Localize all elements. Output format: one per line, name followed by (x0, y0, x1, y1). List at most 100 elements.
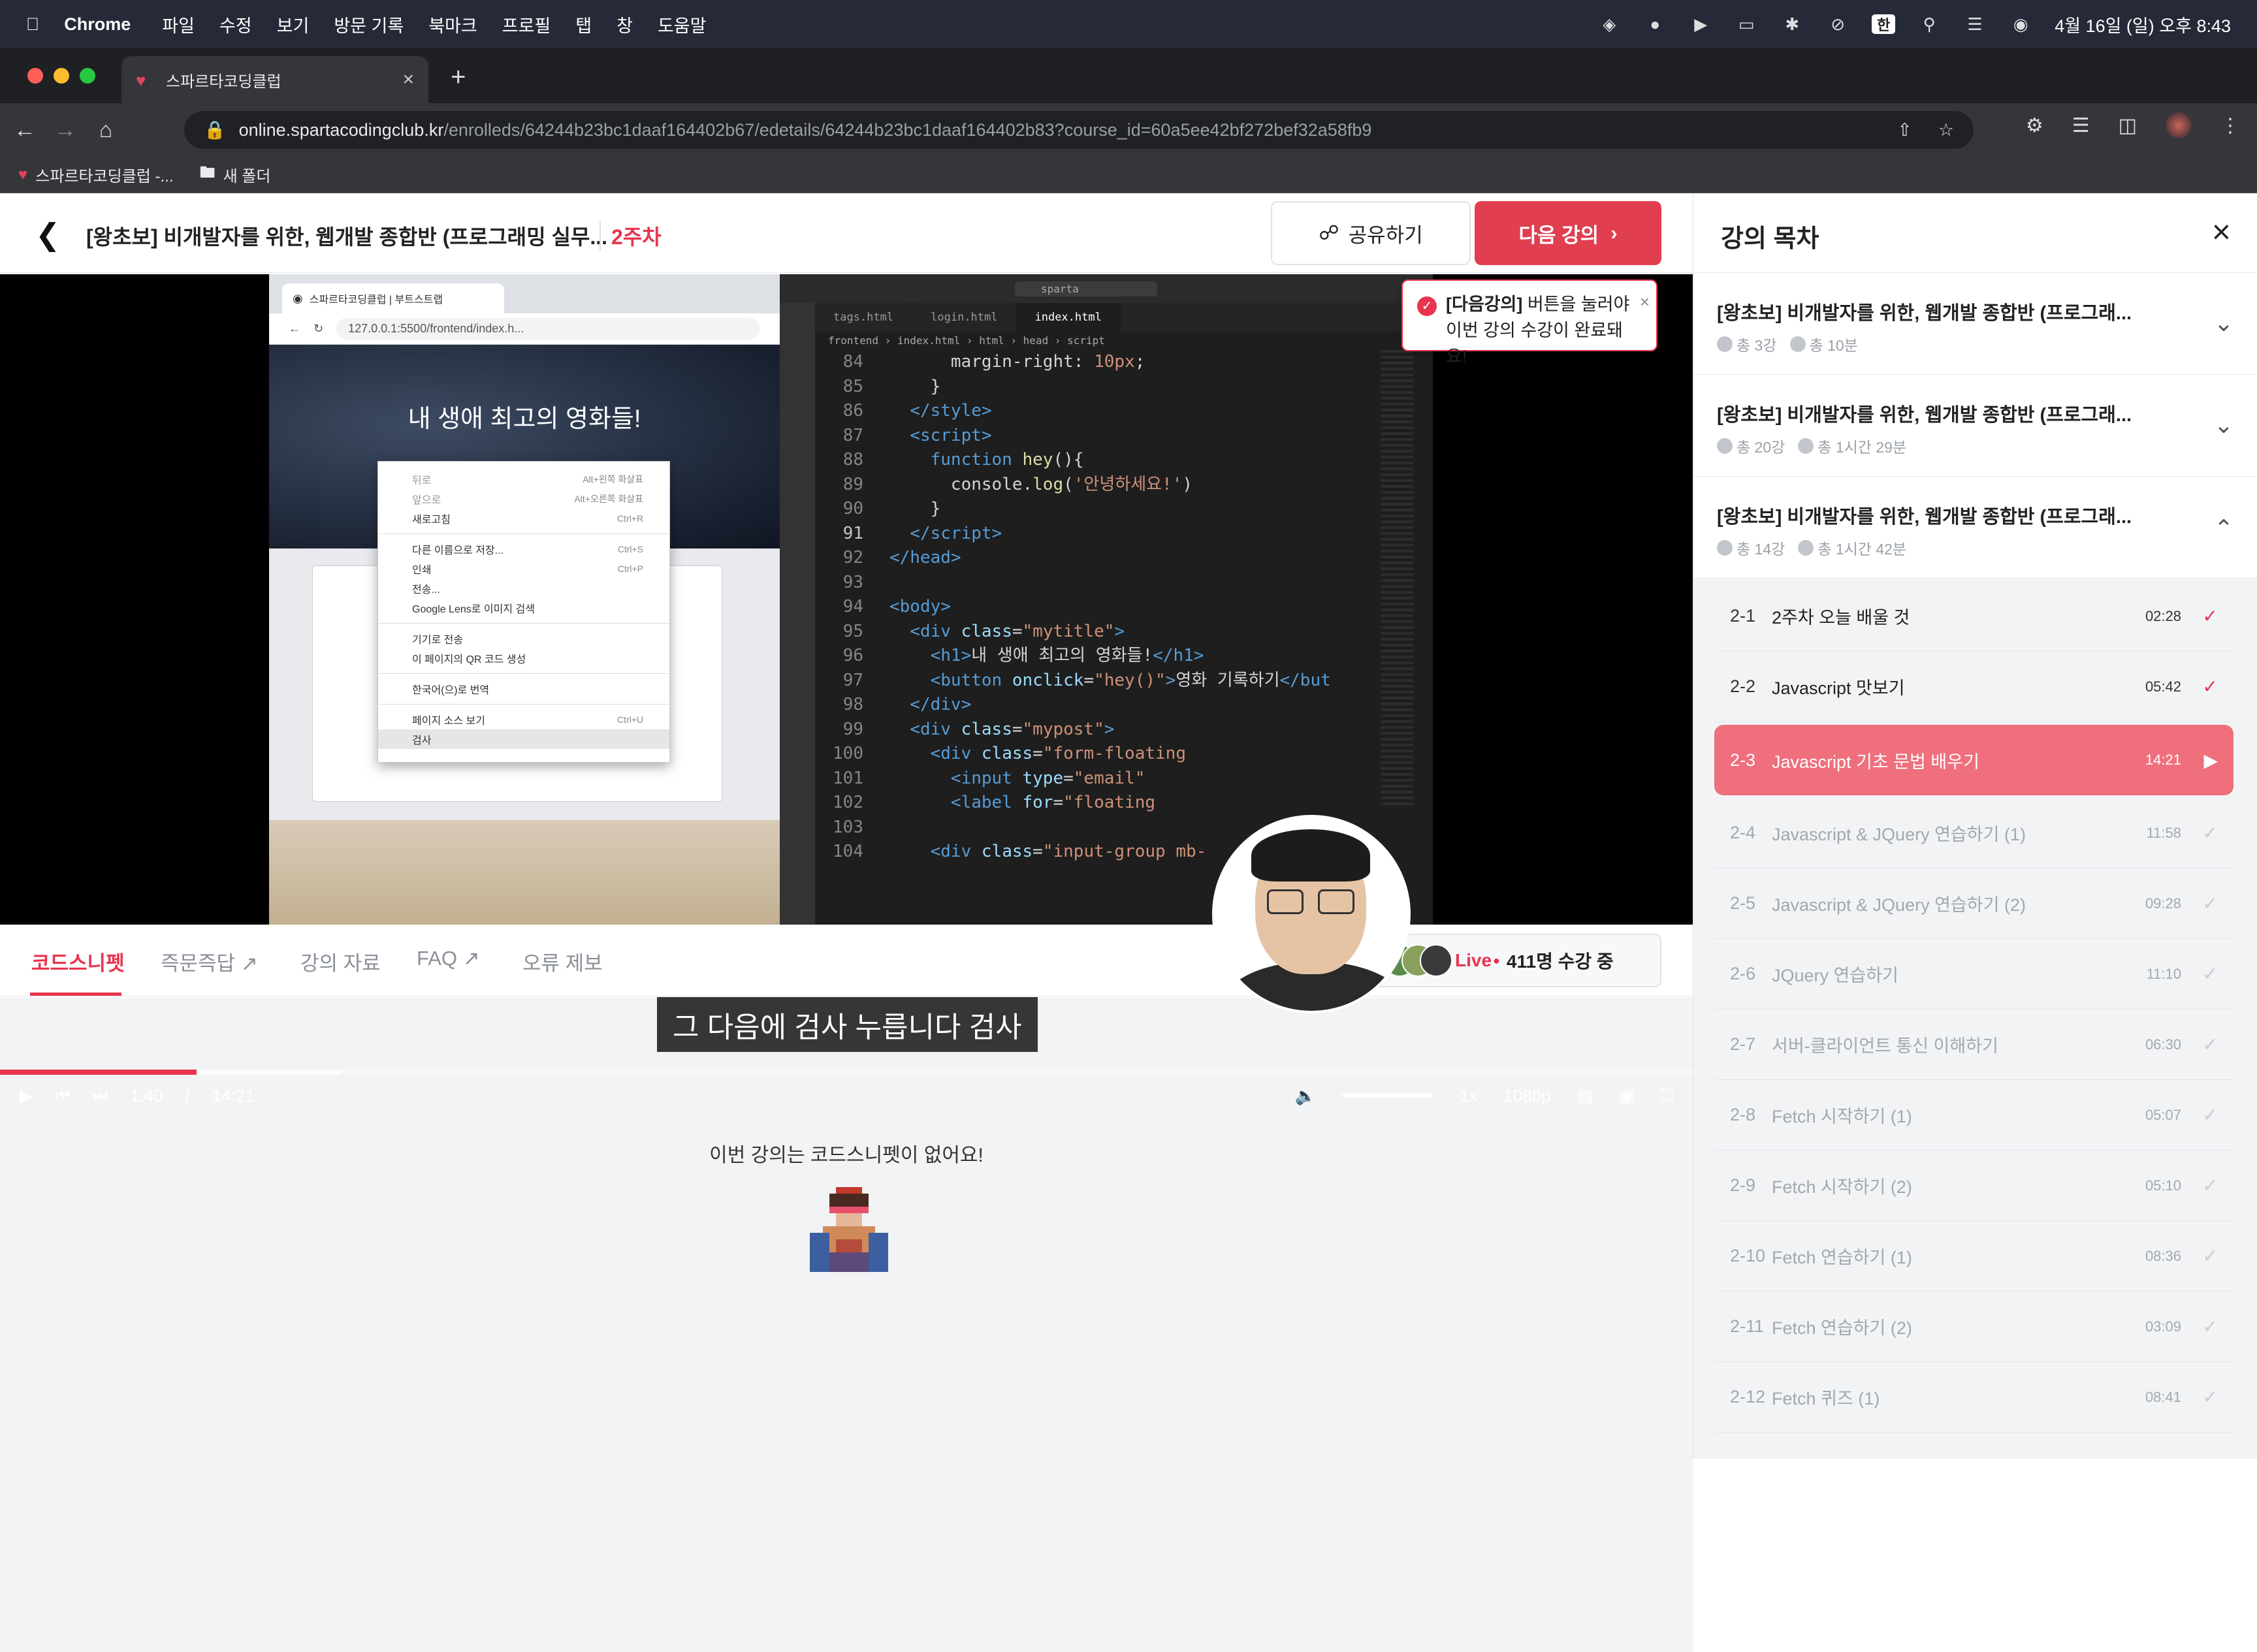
new-tab-icon[interactable]: + (451, 63, 466, 92)
tab-faq[interactable]: FAQ ↗ (417, 947, 480, 970)
next-lecture-button[interactable]: 다음 강의 › (1475, 201, 1661, 265)
tab-error-report[interactable]: 오류 제보 (522, 947, 603, 976)
video-progress-bar[interactable] (0, 1070, 1693, 1075)
input-source-indicator[interactable]: 한 (1872, 14, 1896, 34)
menu-window[interactable]: 창 (616, 12, 633, 37)
battery-icon[interactable]: ▭ (1735, 14, 1758, 34)
lesson-duration: 14:21 (2145, 752, 2181, 768)
share-button[interactable]: ☍ 공유하기 (1271, 201, 1471, 265)
minimize-window-button[interactable] (54, 68, 69, 84)
play-circle-icon (1717, 540, 1733, 556)
home-icon[interactable]: ⌂ (90, 114, 121, 146)
spartan-mascot-icon (810, 1187, 888, 1272)
lesson-item[interactable]: 2-4 Javascript & JQuery 연습하기 (1) 11:58 ✓ (1714, 798, 2233, 868)
menu-edit[interactable]: 수정 (219, 12, 252, 37)
volume-slider[interactable] (1341, 1094, 1433, 1098)
tab-materials[interactable]: 강의 자료 (300, 947, 381, 976)
editor-tab-active: index.html (1016, 303, 1121, 332)
reading-list-icon[interactable]: ☰ (2072, 114, 2090, 137)
lesson-item[interactable]: 2-1 2주차 오늘 배울 것 02:28 ✓ (1714, 581, 2233, 652)
profile-avatar[interactable] (2166, 112, 2192, 138)
chevron-right-icon: › (1610, 221, 1618, 244)
siri-icon[interactable]: ◉ (2009, 14, 2032, 34)
captions-icon[interactable]: ▤ (1577, 1086, 1593, 1106)
lesson-title: Javascript & JQuery 연습하기 (1) (1772, 825, 2026, 844)
lock-icon[interactable]: 🔒 (204, 119, 226, 140)
share-page-icon[interactable]: ⇧ (1897, 120, 1912, 140)
video-inner-browser: ◉ 스파르타코딩클럽 | 부트스트랩 ← ↻ 127.0.0.1:5500/fr… (269, 274, 780, 925)
next-icon[interactable]: ⏭ (92, 1085, 107, 1106)
lesson-duration: 11:10 (2146, 965, 2181, 982)
apple-icon[interactable]:  (26, 14, 39, 35)
menu-bookmarks[interactable]: 북마크 (428, 12, 477, 37)
chrome-window-frame: ♥ 스파르타코딩클럽 × + ← → ⌂ 🔒 online.spartacodi… (0, 48, 2257, 193)
ctx-item-inspect: 검사 (378, 729, 669, 749)
browser-tab[interactable]: ♥ 스파르타코딩클럽 × (121, 56, 428, 103)
control-center-icon[interactable]: ☰ (1963, 14, 1987, 34)
lesson-title: JQuery 연습하기 (1772, 966, 1898, 985)
side-panel-icon[interactable]: ◫ (2119, 114, 2137, 137)
play-icon[interactable]: ▶ (20, 1086, 33, 1106)
check-icon: ✓ (2202, 964, 2218, 984)
fullscreen-icon[interactable]: ⛶ (1661, 1085, 1673, 1106)
lesson-item[interactable]: 2-6 JQuery 연습하기 11:10 ✓ (1714, 939, 2233, 1009)
play-icon[interactable]: ▶ (1689, 14, 1712, 34)
app-menu-chrome[interactable]: Chrome (64, 14, 131, 35)
menu-file[interactable]: 파일 (162, 12, 195, 37)
check-icon: ✓ (2202, 1246, 2218, 1266)
toc-section[interactable]: [왕초보] 비개발자를 위한, 웹개발 종합반 (프로그래... 총 20강 총… (1693, 375, 2257, 477)
volume-icon[interactable]: 🔈 (1294, 1086, 1315, 1106)
lesson-item[interactable]: 2-10 Fetch 연습하기 (1) 08:36 ✓ (1714, 1221, 2233, 1292)
chat-icon[interactable]: ● (1643, 14, 1667, 34)
menu-tab[interactable]: 탭 (575, 12, 592, 37)
tab-code-snippet[interactable]: 코드스니펫 (31, 947, 125, 976)
menu-profiles[interactable]: 프로필 (502, 12, 551, 37)
chevron-up-icon[interactable]: ⌄ (2214, 513, 2233, 541)
zoom-window-button[interactable] (80, 68, 95, 84)
lesson-title: 2주차 오늘 배울 것 (1772, 608, 1910, 627)
close-icon[interactable]: × (2212, 213, 2231, 251)
extensions-icon[interactable]: ⚙ (2026, 114, 2043, 137)
close-tab-icon[interactable]: × (402, 69, 414, 91)
bookmark-star-icon[interactable]: ☆ (1938, 120, 1954, 140)
menu-history[interactable]: 방문 기록 (334, 12, 404, 37)
lesson-item[interactable]: 2-5 Javascript & JQuery 연습하기 (2) 09:28 ✓ (1714, 868, 2233, 939)
back-chevron-icon[interactable]: ❮ (35, 217, 61, 252)
inner-tab-strip: ◉ 스파르타코딩클럽 | 부트스트랩 (269, 274, 780, 313)
lesson-item[interactable]: 2-11 Fetch 연습하기 (2) 03:09 ✓ (1714, 1292, 2233, 1362)
previous-icon[interactable]: ⏮ (55, 1085, 70, 1106)
chevron-down-icon[interactable]: ⌄ (2214, 411, 2233, 439)
bookmark-folder[interactable]: 🖿 새 폴더 (200, 161, 271, 188)
video-player[interactable]: ◉ 스파르타코딩클럽 | 부트스트랩 ← ↻ 127.0.0.1:5500/fr… (0, 274, 1693, 925)
forward-icon[interactable]: → (50, 114, 81, 146)
menu-view[interactable]: 보기 (277, 12, 310, 37)
lesson-item[interactable]: 2-3 Javascript 기초 문법 배우기 14:21 ▶ (1714, 725, 2233, 795)
tab-qna[interactable]: 즉문즉답 ↗ (161, 947, 258, 976)
menu-help[interactable]: 도움말 (658, 12, 707, 37)
section-duration: 총 1시간 29분 (1817, 439, 1907, 456)
bookmark-sparta[interactable]: ♥ 스파르타코딩클럽 -... (18, 163, 174, 186)
bluetooth-icon[interactable]: ✱ (1780, 14, 1804, 34)
back-icon[interactable]: ← (9, 114, 40, 146)
chevron-down-icon[interactable]: ⌄ (2214, 310, 2233, 337)
lesson-item[interactable]: 2-12 Fetch 퀴즈 (1) 08:41 ✓ (1714, 1362, 2233, 1433)
wifi-off-icon[interactable]: ⊘ (1826, 14, 1849, 34)
quality-button[interactable]: 1080p (1503, 1086, 1550, 1106)
menubar-clock[interactable]: 4월 16일 (일) 오후 8:43 (2055, 12, 2231, 37)
lesson-item[interactable]: 2-8 Fetch 시작하기 (1) 05:07 ✓ (1714, 1080, 2233, 1151)
picture-in-picture-icon[interactable]: ▣ (1619, 1086, 1635, 1106)
close-window-button[interactable] (27, 68, 43, 84)
toc-section-expanded[interactable]: [왕초보] 비개발자를 위한, 웹개발 종합반 (프로그래... 총 14강 총… (1693, 477, 2257, 579)
lesson-item[interactable]: 2-9 Fetch 시작하기 (2) 05:10 ✓ (1714, 1151, 2233, 1221)
lecture-tabs: 코드스니펫 즉문즉답 ↗ 강의 자료 FAQ ↗ 오류 제보 Live ● 41… (0, 925, 1693, 996)
address-bar[interactable]: 🔒 online.spartacodingclub.kr/enrolleds/6… (184, 111, 1974, 149)
lesson-item[interactable]: 2-2 Javascript 맛보기 05:42 ✓ (1714, 652, 2233, 722)
chrome-menu-icon[interactable]: ⋮ (2220, 114, 2240, 137)
sidebar-title: 강의 목차 (1721, 225, 1819, 253)
evernote-icon[interactable]: ◈ (1597, 14, 1621, 34)
lesson-item[interactable]: 2-7 서버-클라이언트 통신 이해하기 06:30 ✓ (1714, 1009, 2233, 1080)
close-tooltip-icon[interactable]: × (1640, 289, 1650, 315)
spotlight-search-icon[interactable]: ⚲ (1917, 14, 1941, 34)
speed-button[interactable]: 1x (1460, 1086, 1477, 1106)
toc-section[interactable]: [왕초보] 비개발자를 위한, 웹개발 종합반 (프로그래... 총 3강 총 … (1693, 273, 2257, 375)
